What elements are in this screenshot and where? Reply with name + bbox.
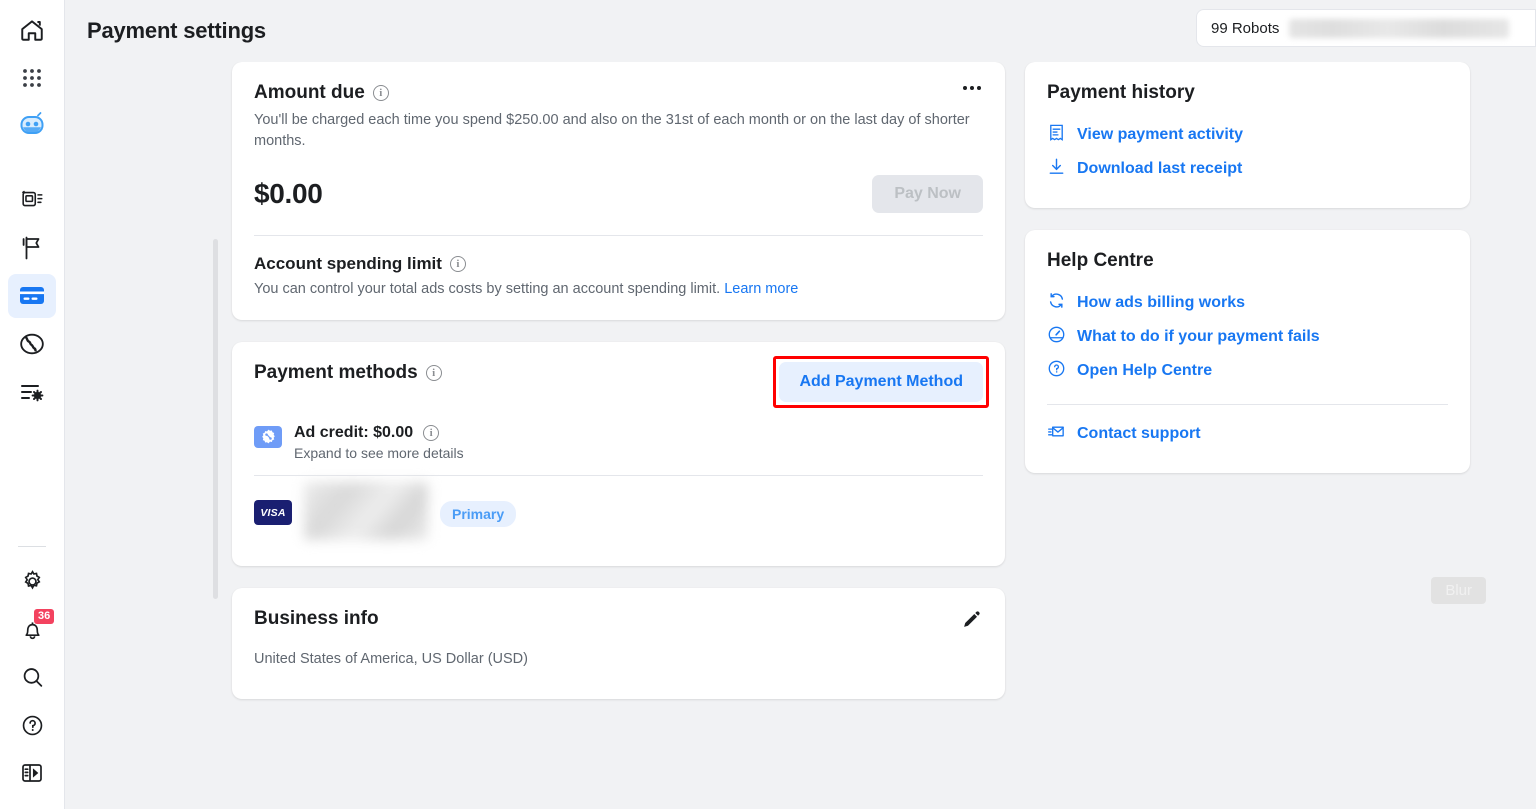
download-last-receipt-label: Download last receipt [1077, 160, 1242, 178]
spending-limit-info-icon[interactable]: i [450, 256, 466, 272]
amount-due-title: Amount due [254, 82, 365, 104]
card-divider [254, 235, 983, 236]
contact-support-label: Contact support [1077, 425, 1201, 443]
business-info-header: Business info [254, 608, 983, 635]
content-columns: Amount due i You'll be charged each time… [65, 62, 1536, 809]
home-icon[interactable] [8, 8, 56, 52]
spending-limit-text: You can control your total ads costs by … [254, 281, 720, 297]
business-info-card: Business info United States of America, … [232, 588, 1005, 700]
receipt-icon [1047, 123, 1066, 147]
account-id-redacted [1289, 19, 1509, 38]
top-bar: Payment settings 99 Robots [65, 0, 1536, 62]
business-info-title: Business info [254, 608, 379, 630]
page-title: Payment settings [87, 18, 266, 44]
payment-methods-title: Payment methods [254, 362, 418, 384]
collection-icon[interactable] [8, 178, 56, 222]
panel-toggle-icon[interactable] [8, 751, 56, 795]
payment-history-links: View payment activity Download last rec [1047, 118, 1448, 186]
download-last-receipt-link[interactable]: Download last receipt [1047, 152, 1448, 186]
payment-fails-label: What to do if your payment fails [1077, 328, 1320, 346]
question-circle-icon [1047, 359, 1066, 383]
spending-limit-title: Account spending limit [254, 254, 442, 274]
left-nav-rail: 36 [0, 0, 65, 809]
list-settings-icon[interactable] [8, 370, 56, 414]
view-payment-activity-link[interactable]: View payment activity [1047, 118, 1448, 152]
blur-watermark: Blur [1431, 577, 1486, 604]
ad-credit-title: Ad credit: $0.00 [294, 424, 413, 442]
payment-methods-divider [254, 475, 983, 476]
grid-apps-icon[interactable] [8, 56, 56, 100]
ad-credit-text: Ad credit: $0.00 i Expand to see more de… [294, 424, 464, 461]
primary-badge: Primary [440, 501, 516, 527]
payment-fails-link[interactable]: What to do if your payment fails [1047, 320, 1448, 354]
amount-due-title-group: Amount due i [254, 82, 389, 104]
help-circle-icon[interactable] [8, 703, 56, 747]
add-payment-method-highlight: Add Payment Method [773, 356, 989, 408]
card-row[interactable]: VISA Primary [254, 486, 983, 540]
amount-due-card: Amount due i You'll be charged each time… [232, 62, 1005, 320]
bell-icon[interactable]: 36 [8, 607, 56, 651]
learn-more-link[interactable]: Learn more [724, 281, 798, 297]
gear-icon[interactable] [8, 559, 56, 603]
payment-methods-header: Payment methods i Add Payment Method [254, 362, 983, 408]
search-icon[interactable] [8, 655, 56, 699]
account-name: 99 Robots [1211, 20, 1279, 37]
open-help-centre-link[interactable]: Open Help Centre [1047, 354, 1448, 388]
download-icon [1047, 157, 1066, 181]
add-payment-method-button[interactable]: Add Payment Method [779, 362, 983, 402]
spending-limit-description: You can control your total ads costs by … [254, 279, 983, 300]
ad-credit-icon [254, 426, 282, 448]
how-ads-billing-works-link[interactable]: How ads billing works [1047, 286, 1448, 320]
help-centre-card: Help Centre How ads billing works [1025, 230, 1470, 473]
main-area: Payment settings 99 Robots Amount due i [65, 0, 1536, 809]
amount-due-header: Amount due i [254, 82, 983, 104]
robot-icon[interactable] [8, 104, 56, 148]
pay-now-button[interactable]: Pay Now [872, 175, 983, 213]
open-help-centre-label: Open Help Centre [1077, 362, 1212, 380]
payment-history-card: Payment history View payment activity [1025, 62, 1470, 208]
refresh-icon [1047, 291, 1066, 315]
rail-divider [18, 546, 46, 547]
visa-logo: VISA [254, 500, 292, 525]
how-ads-billing-works-label: How ads billing works [1077, 294, 1245, 312]
card-number-redacted [304, 482, 428, 540]
spending-limit-title-group: Account spending limit i [254, 254, 983, 274]
secondary-column: Payment history View payment activity [1025, 62, 1470, 809]
gauge-icon [1047, 325, 1066, 349]
help-centre-title: Help Centre [1047, 250, 1448, 272]
payment-settings-page: 36 Payment settin [0, 0, 1536, 809]
amount-due-value: $0.00 [254, 178, 323, 210]
account-selector[interactable]: 99 Robots [1196, 9, 1536, 47]
view-payment-activity-label: View payment activity [1077, 126, 1243, 144]
globe-icon[interactable] [8, 322, 56, 366]
notification-badge: 36 [34, 609, 54, 624]
payment-methods-card: Payment methods i Add Payment Method [232, 342, 1005, 566]
primary-column: Amount due i You'll be charged each time… [65, 62, 1005, 809]
business-info-details: United States of America, US Dollar (USD… [254, 649, 983, 670]
ad-credit-row[interactable]: Ad credit: $0.00 i Expand to see more de… [254, 424, 983, 461]
envelope-icon [1047, 422, 1066, 446]
amount-due-row: $0.00 Pay Now [254, 175, 983, 213]
overflow-menu-icon[interactable] [961, 82, 983, 94]
flag-icon[interactable] [8, 226, 56, 270]
amount-due-info-icon[interactable]: i [373, 85, 389, 101]
help-centre-links: How ads billing works What to do if you [1047, 286, 1448, 388]
pencil-icon[interactable] [961, 608, 983, 635]
credit-card-icon[interactable] [8, 274, 56, 318]
contact-support-link[interactable]: Contact support [1047, 417, 1448, 451]
payment-methods-info-icon[interactable]: i [426, 365, 442, 381]
payment-methods-title-group: Payment methods i [254, 362, 442, 384]
ad-credit-subtitle: Expand to see more details [294, 445, 464, 461]
amount-due-description: You'll be charged each time you spend $2… [254, 110, 983, 151]
payment-history-title: Payment history [1047, 82, 1448, 104]
ad-credit-title-group: Ad credit: $0.00 i [294, 424, 464, 442]
ad-credit-info-icon[interactable]: i [423, 425, 439, 441]
help-centre-divider [1047, 404, 1448, 405]
